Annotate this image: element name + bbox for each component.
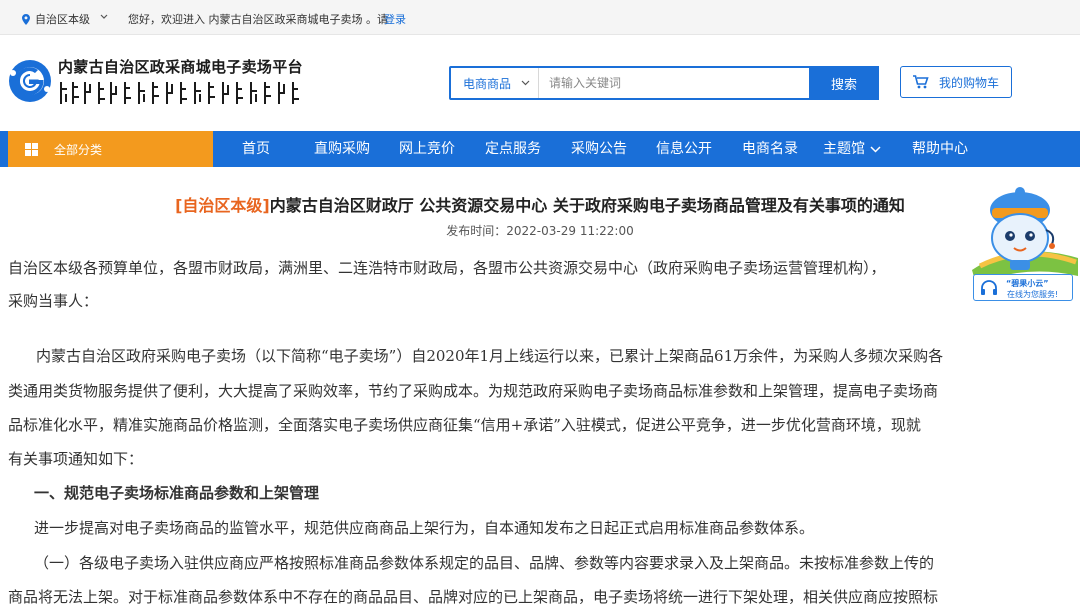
paragraph-line: 内蒙古自治区政府采购电子卖场（以下简称“电子卖场”）自2020年1月上线运行以来… — [36, 347, 944, 365]
all-categories-button[interactable]: 全部分类 — [8, 131, 213, 167]
login-link[interactable]: 登录 — [384, 11, 406, 27]
search-category-label: 电商商品 — [463, 76, 512, 91]
mongolian-script-logo — [60, 82, 299, 104]
nav-item-info-disclosure[interactable]: 信息公开 — [656, 131, 712, 167]
cart-label: 我的购物车 — [939, 75, 1000, 90]
search-button[interactable]: 搜索 — [809, 66, 879, 100]
paragraph-line: 自治区本级各预算单位，各盟市财政局，满洲里、二连浩特市财政局，各盟市公共资源交易… — [8, 259, 886, 277]
location-label: 自治区本级 — [35, 13, 90, 26]
article-title: [自治区本级]内蒙古自治区财政厅 公共资源交易中心 关于政府采购电子卖场商品管理… — [0, 192, 1080, 216]
main-nav: 全部分类 首页 直购采购 网上竞价 定点服务 采购公告 信息公开 电商名录 主题… — [0, 131, 1080, 167]
search-category-select[interactable]: 电商商品 — [451, 68, 539, 98]
location-selector[interactable]: 自治区本级 — [22, 11, 90, 27]
paragraph-line: 进一步提高对电子卖场商品的监管水平，规范供应商商品上架行为，自本通知发布之日起正… — [34, 519, 815, 537]
paragraph-line: 品标准化水平，精准实施商品价格监测，全面落实电子卖场供应商征集“信用+承诺”入驻… — [8, 416, 921, 434]
top-bar: 自治区本级 您好，欢迎进入 内蒙古自治区政采商城电子卖场 。请 登录 — [0, 0, 1080, 35]
nav-item-designated-service[interactable]: 定点服务 — [485, 131, 541, 167]
section-heading: 一、规范电子卖场标准商品参数和上架管理 — [34, 484, 320, 502]
headset-icon — [981, 280, 997, 295]
paragraph-line: 类通用类货物服务提供了便利，大大提高了采购效率，节约了采购成本。为规范政府采购电… — [8, 382, 939, 400]
paragraph-line: 有关事项通知如下： — [8, 450, 144, 468]
search-bar: 电商商品 搜索 — [449, 66, 879, 100]
all-categories-label: 全部分类 — [54, 142, 103, 157]
chevron-down-icon — [870, 145, 881, 153]
nav-item-help-center[interactable]: 帮助中心 — [912, 131, 968, 167]
brand-title: 内蒙古自治区政采商城电子卖场平台 — [58, 58, 303, 76]
region-tag: [自治区本级] — [175, 196, 270, 215]
nav-item-announcements[interactable]: 采购公告 — [571, 131, 627, 167]
paragraph-line: 采购当事人： — [8, 292, 99, 310]
mascot-name: “碧果小云” — [1006, 279, 1049, 288]
shopping-cart-icon — [913, 75, 929, 89]
site-logo[interactable] — [8, 59, 52, 103]
header: 内蒙古自治区政采商城电子卖场平台 电商商品 请输入关键词 搜索 我的购物车 — [0, 35, 1080, 131]
mascot-subtitle: 在线为您服务! — [1007, 290, 1059, 299]
location-pin-icon — [22, 13, 30, 25]
chevron-down-icon[interactable] — [100, 11, 108, 23]
nav-item-vendor-directory[interactable]: 电商名录 — [742, 131, 798, 167]
cart-button[interactable]: 我的购物车 — [900, 66, 1012, 98]
paragraph-line: （一）各级电子卖场入驻供应商应严格按照标准商品参数体系规定的品目、品牌、参数等内… — [34, 554, 935, 572]
nav-item-theme-hall-label: 主题馆 — [823, 141, 865, 157]
paragraph-line: 商品将无法上架。对于标准商品参数体系中不存在的商品品目、品牌对应的已上架商品，电… — [8, 588, 939, 606]
nav-item-theme-hall[interactable]: 主题馆 — [823, 131, 881, 167]
nav-item-online-bidding[interactable]: 网上竞价 — [399, 131, 455, 167]
welcome-text: 您好，欢迎进入 内蒙古自治区政采商城电子卖场 。请 — [128, 13, 388, 26]
publish-time: 发布时间：2022-03-29 11:22:00 — [446, 224, 634, 238]
search-input[interactable] — [539, 68, 809, 98]
mascot-service-badge[interactable]: “碧果小云” 在线为您服务! — [973, 274, 1073, 301]
nav-item-home[interactable]: 首页 — [242, 131, 270, 167]
article-title-text: 内蒙古自治区财政厅 公共资源交易中心 关于政府采购电子卖场商品管理及有关事项的通… — [269, 196, 905, 215]
chevron-down-icon — [521, 80, 530, 86]
nav-item-direct-purchase[interactable]: 直购采购 — [314, 131, 370, 167]
grid-icon — [25, 142, 38, 156]
